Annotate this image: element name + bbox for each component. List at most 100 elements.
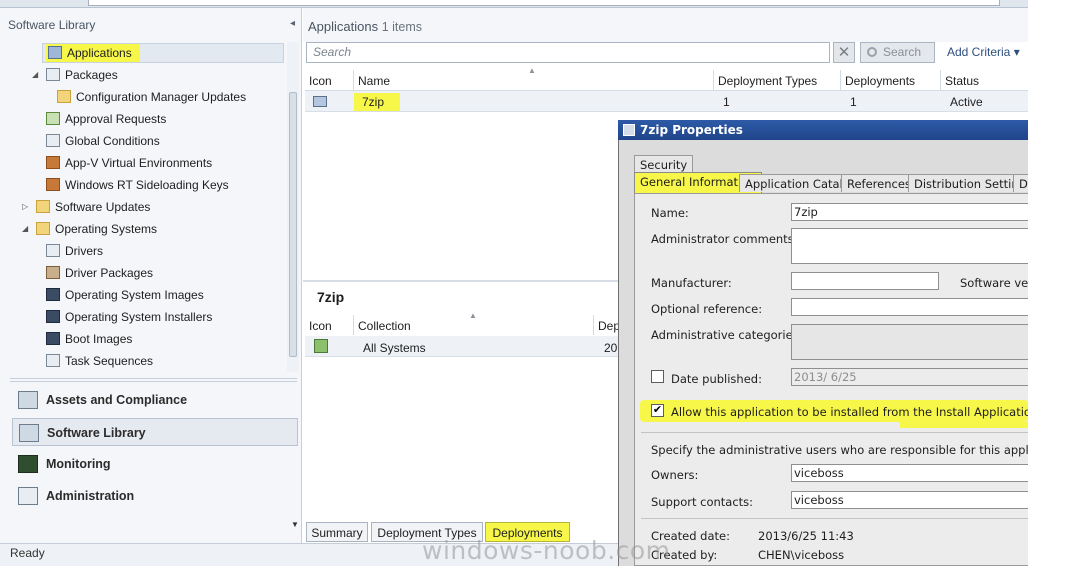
page-title: Applications 1 items [308, 19, 423, 34]
search-icon [867, 47, 877, 57]
watermark: windows-noob.com [422, 536, 671, 565]
detail-column-deployed[interactable]: Dep [594, 315, 620, 335]
collapse-nav-icon[interactable]: ◂ [290, 18, 295, 29]
clear-search-button[interactable]: ✕ [833, 42, 855, 63]
driver-package-icon [46, 266, 60, 279]
cell-deployment-types: 1 [723, 95, 730, 109]
workspace-software-library[interactable]: Software Library [12, 418, 298, 446]
nav-item-appv-environments[interactable]: App-V Virtual Environments [46, 153, 212, 173]
os-installer-icon [46, 310, 60, 323]
nav-item-applications[interactable]: Applications [46, 43, 140, 63]
driver-icon [46, 244, 60, 257]
assets-icon [18, 391, 38, 409]
nav-item-software-updates[interactable]: Software Updates [36, 197, 150, 217]
condition-icon [46, 134, 60, 147]
cell-deployments: 1 [850, 95, 857, 109]
owners-field[interactable]: viceboss [791, 464, 1028, 482]
cell-collection: All Systems [363, 341, 426, 355]
software-library-icon [19, 424, 39, 442]
table-row[interactable] [305, 91, 1028, 112]
name-field[interactable]: 7zip [791, 203, 1028, 221]
package-icon [46, 68, 60, 81]
collection-deploy-icon [314, 339, 328, 353]
nav-scroll-thumb[interactable] [289, 92, 297, 357]
add-criteria-link[interactable]: Add Criteria ▾ [947, 45, 1020, 59]
allow-task-sequence-label: Allow this application to be installed f… [671, 405, 1028, 419]
created-date-value: 2013/6/25 11:43 [758, 529, 854, 543]
workspace-administration[interactable]: Administration [12, 482, 298, 510]
nav-splitter[interactable] [10, 378, 297, 382]
optional-reference-field[interactable] [791, 298, 1028, 316]
date-published-field[interactable]: 2013/ 6/25 [791, 368, 1028, 386]
address-bar-strip [0, 0, 1028, 8]
allow-task-sequence-checkbox[interactable]: ✔ [651, 404, 664, 417]
tab-references[interactable]: References [841, 174, 917, 192]
owners-label: Owners: [651, 468, 699, 482]
detail-column-icon[interactable]: Icon [305, 315, 354, 335]
address-bar[interactable] [88, 0, 1000, 6]
column-deployments[interactable]: Deployments [841, 70, 941, 91]
name-label: Name: [651, 206, 689, 220]
search-input[interactable]: Search [306, 42, 830, 63]
nav-item-operating-systems[interactable]: Operating Systems [36, 219, 157, 239]
page-margin [1028, 0, 1074, 566]
specify-admin-text: Specify the administrative users who are… [651, 443, 1071, 457]
key-icon [46, 178, 60, 191]
nav-item-os-installers[interactable]: Operating System Installers [46, 307, 212, 327]
collapse-arrow-icon[interactable]: ◢ [32, 70, 38, 79]
admin-categories-field[interactable] [791, 324, 1028, 360]
nav-item-packages[interactable]: Packages [46, 65, 118, 85]
manufacturer-field[interactable] [791, 272, 939, 290]
divider [641, 518, 1028, 519]
nav-item-driver-packages[interactable]: Driver Packages [46, 263, 153, 283]
column-deployment-types[interactable]: Deployment Types [714, 70, 841, 91]
nav-item-boot-images[interactable]: Boot Images [46, 329, 132, 349]
approval-icon [46, 112, 60, 125]
sort-ascending-icon: ▲ [469, 311, 477, 320]
nav-item-task-sequences[interactable]: Task Sequences [46, 351, 153, 371]
table-row[interactable] [305, 336, 618, 357]
status-text: Ready [10, 546, 45, 560]
nav-item-rt-sideloading-keys[interactable]: Windows RT Sideloading Keys [46, 175, 229, 195]
cell-status: Active [950, 95, 983, 109]
folder-icon [36, 200, 50, 213]
workspace-assets-compliance[interactable]: Assets and Compliance [12, 386, 298, 414]
nav-item-os-images[interactable]: Operating System Images [46, 285, 204, 305]
admin-categories-label: Administrative categories: [651, 328, 803, 342]
nav-title: Software Library [8, 18, 96, 32]
collapse-arrow-icon[interactable]: ◢ [22, 224, 28, 233]
nav-item-global-conditions[interactable]: Global Conditions [46, 131, 160, 151]
tab-security[interactable]: Security [634, 155, 694, 173]
column-icon[interactable]: Icon [305, 70, 354, 91]
admin-comments-field[interactable] [791, 228, 1028, 264]
monitoring-icon [18, 455, 38, 473]
date-published-checkbox[interactable] [651, 370, 664, 383]
optional-reference-label: Optional reference: [651, 302, 763, 316]
dialog-title: 7zip Properties [640, 123, 743, 137]
cell-deployed: 20 [604, 341, 618, 355]
details-title: 7zip [317, 289, 345, 305]
nav-item-drivers[interactable]: Drivers [46, 241, 103, 261]
expand-arrow-icon[interactable]: ▷ [22, 202, 28, 211]
appv-icon [46, 156, 60, 169]
support-contacts-field[interactable]: viceboss [791, 491, 1028, 509]
scroll-down-icon[interactable]: ▼ [291, 520, 299, 529]
column-status[interactable]: Status [941, 70, 1028, 91]
application-icon [313, 96, 327, 107]
date-published-label: Date published: [671, 372, 762, 386]
manufacturer-label: Manufacturer: [651, 276, 732, 290]
search-button[interactable]: Search [860, 42, 935, 63]
application-icon [48, 46, 62, 59]
tab-summary[interactable]: Summary [306, 522, 368, 542]
workspace-monitoring[interactable]: Monitoring [12, 450, 298, 478]
item-count: 1 items [381, 20, 423, 34]
nav-item-config-manager-updates[interactable]: Configuration Manager Updates [57, 87, 246, 107]
folder-icon [57, 90, 71, 103]
task-sequence-icon [46, 354, 60, 367]
divider [641, 432, 1028, 433]
administration-icon [18, 487, 38, 505]
nav-scrollbar[interactable] [287, 42, 299, 372]
sort-ascending-icon: ▲ [528, 66, 536, 75]
nav-item-approval-requests[interactable]: Approval Requests [46, 109, 166, 129]
properties-icon [623, 124, 635, 136]
